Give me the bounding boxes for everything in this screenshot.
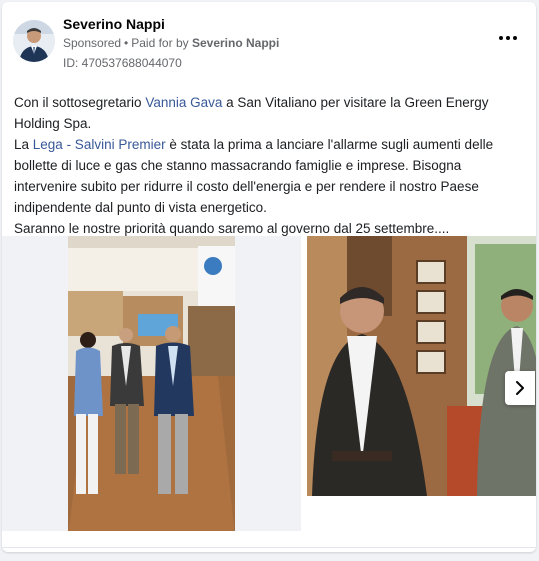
page-link[interactable]: Lega - Salvini Premier	[33, 137, 166, 152]
sponsored-label[interactable]: Sponsored	[63, 36, 121, 50]
more-dot	[513, 36, 517, 40]
post-header: Severino Nappi Sponsored • Paid for by Sev…	[2, 2, 536, 82]
ad-post-card: Severino Nappi Sponsored • Paid for by Sev…	[2, 2, 536, 552]
footer-divider	[2, 547, 536, 548]
carousel-photo-1	[2, 236, 301, 536]
ad-id: ID: 470537688044070	[63, 56, 182, 70]
author-avatar[interactable]	[13, 20, 55, 62]
more-options-button[interactable]	[496, 30, 520, 46]
body-text-span: Con il sottosegretario	[14, 95, 146, 110]
carousel-next-button[interactable]	[505, 371, 535, 405]
body-paragraph-2: La Lega - Salvini Premier è stata la pri…	[14, 134, 519, 218]
media-carousel	[2, 236, 536, 536]
post-body-text: Con il sottosegretario Vannia Gava a San…	[14, 92, 519, 239]
body-text-span: La	[14, 137, 33, 152]
body-paragraph-1: Con il sottosegretario Vannia Gava a San…	[14, 92, 519, 134]
more-horizontal-icon	[499, 36, 503, 40]
separator-dot: •	[124, 36, 129, 50]
chevron-right-icon	[516, 381, 524, 395]
paid-for-name: Severino Nappi	[191, 36, 280, 50]
sponsored-line: Sponsored • Paid for by Severino Nappi	[63, 36, 279, 50]
more-dot	[506, 36, 510, 40]
author-name[interactable]: Severino Nappi	[63, 16, 165, 32]
carousel-photo-2	[307, 236, 536, 496]
carousel-slide-2[interactable]	[307, 236, 536, 496]
mention-link[interactable]: Vannia Gava	[145, 95, 222, 110]
paid-for-prefix: Paid for by	[131, 36, 189, 50]
carousel-slide-1[interactable]	[2, 236, 301, 536]
